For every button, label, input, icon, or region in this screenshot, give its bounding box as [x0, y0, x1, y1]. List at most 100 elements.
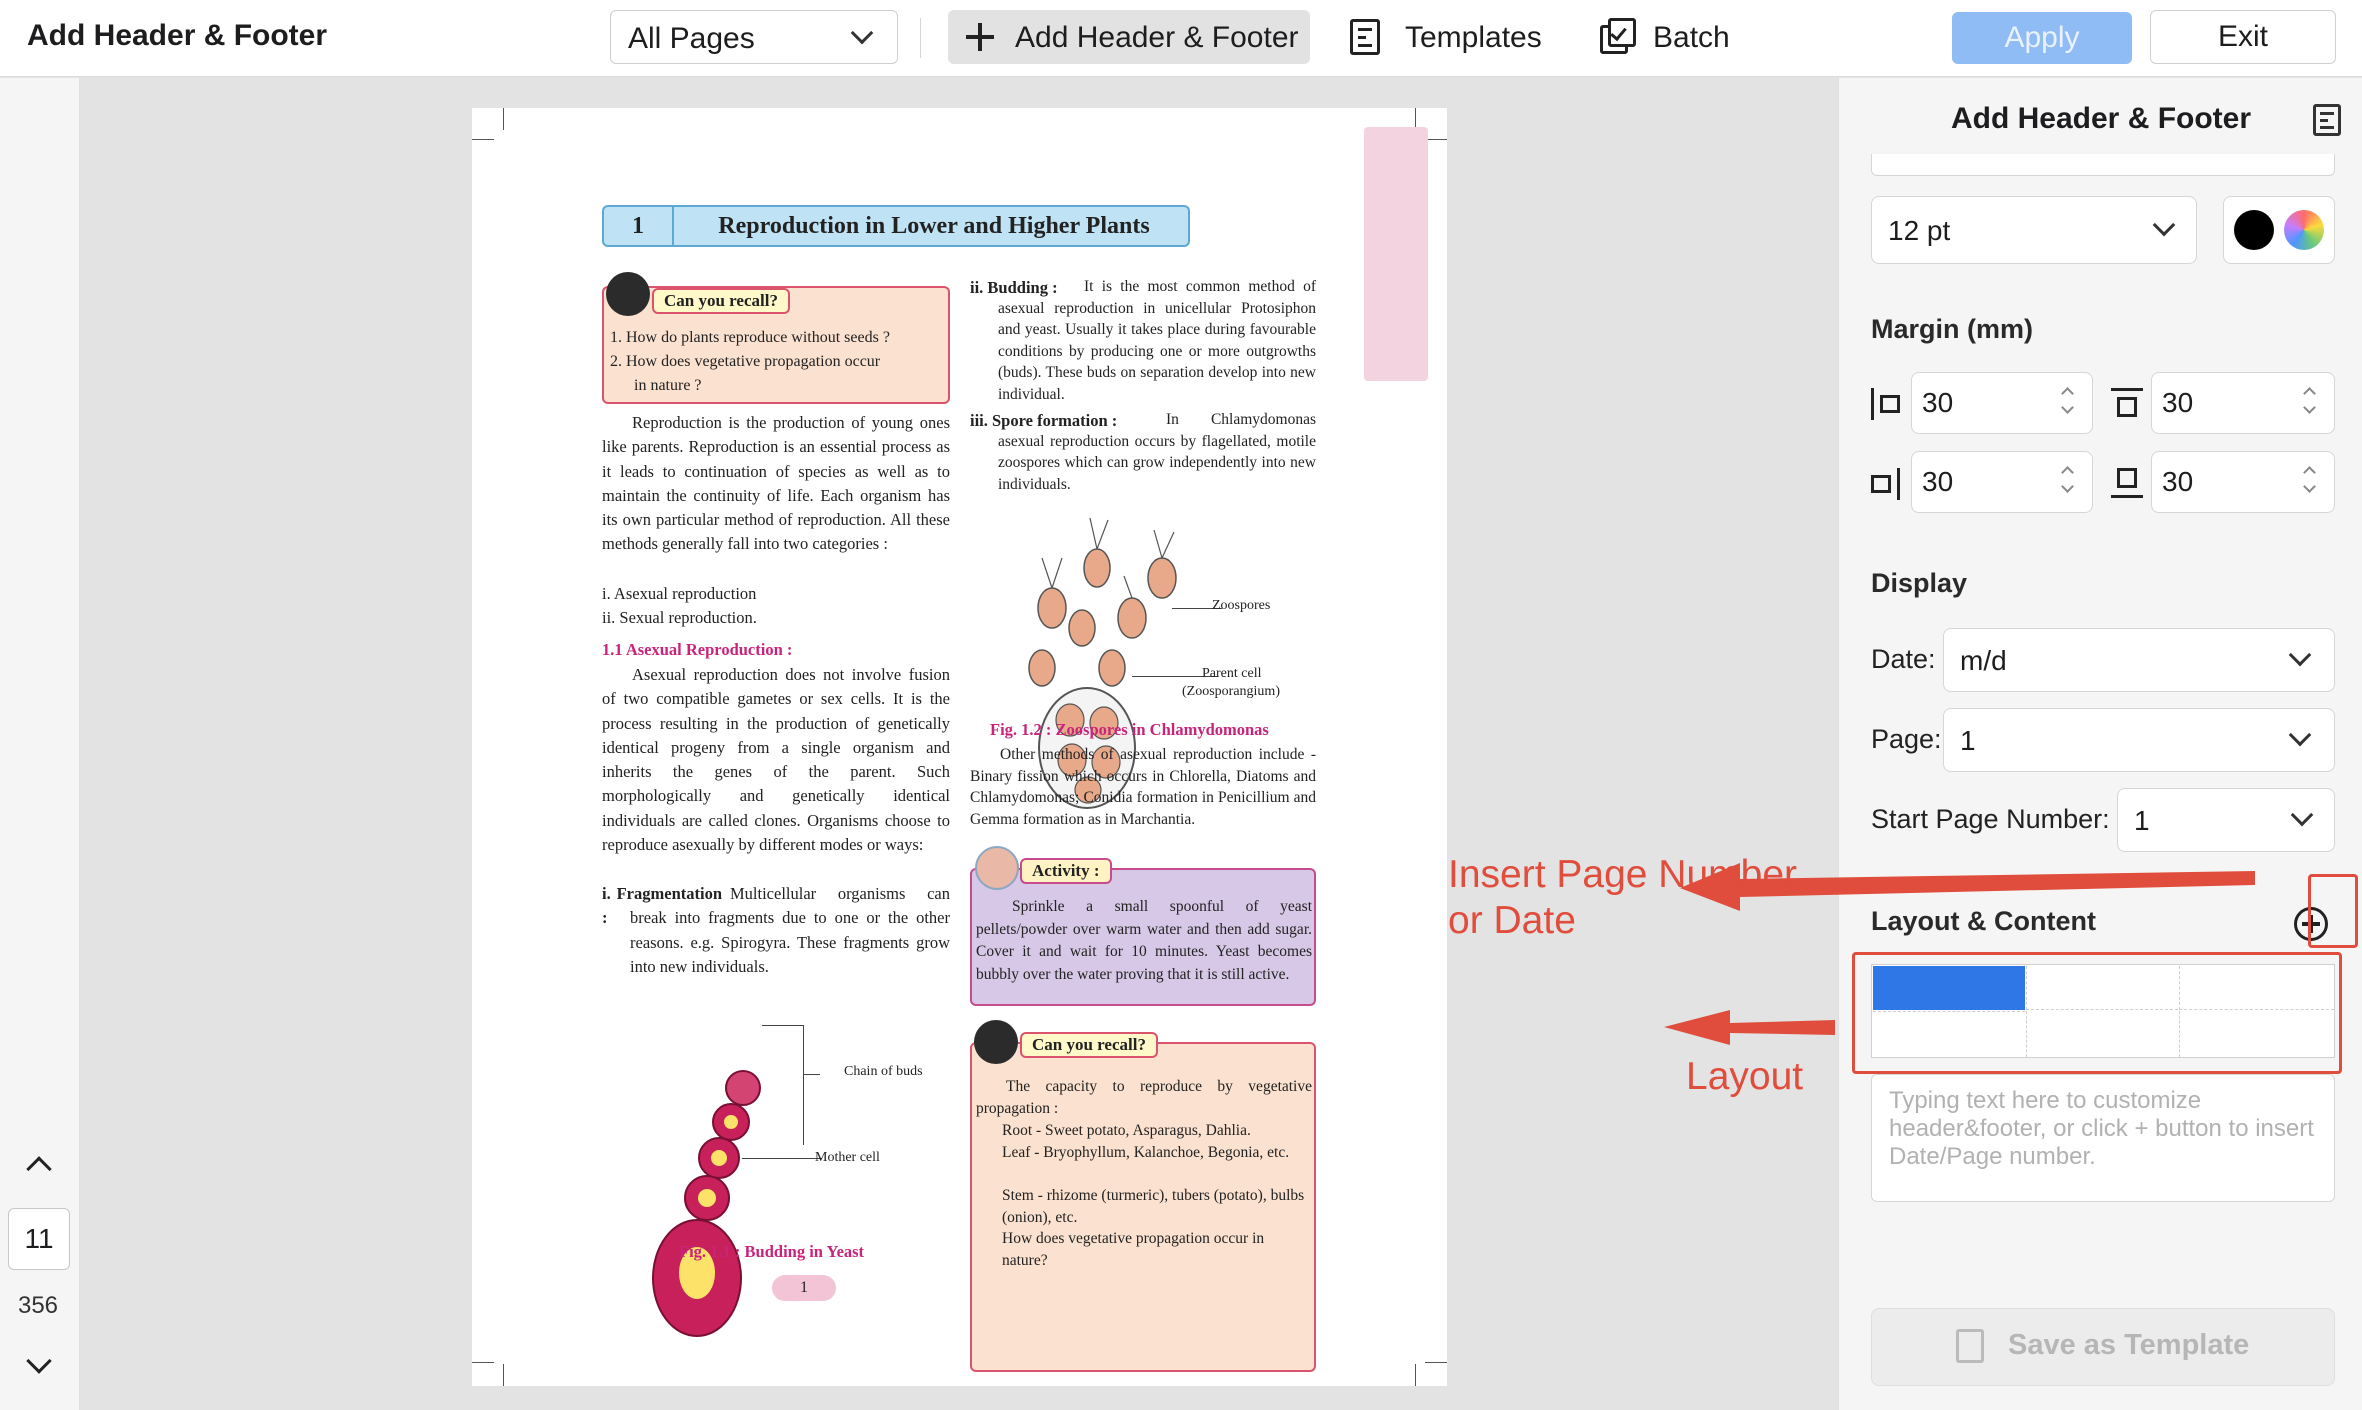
asexual-paragraph: Asexual reproduction does not involve fu… — [602, 665, 950, 855]
chevron-down-icon — [2288, 723, 2312, 747]
page-navigator: 11 356 — [0, 78, 80, 1410]
crop-mark — [1425, 1362, 1447, 1363]
color-picker[interactable] — [2223, 196, 2335, 264]
other-methods-paragraph: Other methods of asexual reproduction in… — [970, 746, 1316, 828]
figure-2-caption: Fig. 1.2 : Zoospores in Chlamydomonas — [990, 720, 1269, 739]
apply-button[interactable]: Apply — [1952, 12, 2132, 64]
crop-mark — [503, 108, 504, 130]
recall-box-2: The capacity to reproduce by vegetative … — [970, 1042, 1316, 1372]
recall-question-2: 2. How does vegetative propagation occur — [610, 353, 881, 370]
panel-document-icon[interactable] — [2313, 104, 2341, 136]
recall2-bullet-2: Leaf - Bryophyllum, Kalanchoe, Begonia, … — [1002, 1144, 1290, 1161]
page-range-value: All Pages — [628, 22, 755, 55]
start-page-label: Start Page Number: — [1871, 804, 2110, 834]
chevron-down-icon — [2288, 643, 2312, 667]
recall-question-1: 1. How do plants reproduce without seeds… — [610, 329, 890, 346]
recall2-intro: The capacity to reproduce by vegetative … — [976, 1078, 1312, 1117]
margin-bottom-input[interactable]: 30 — [2151, 451, 2335, 513]
mother-cell-label: Mother cell — [815, 1150, 880, 1165]
margin-right-input[interactable]: 30 — [1911, 451, 2093, 513]
page-format-value: 1 — [1960, 725, 1976, 756]
annotation-layout: Layout — [1686, 1055, 1804, 1098]
chevron-down-icon — [2152, 213, 2176, 237]
margin-top-value: 30 — [2162, 387, 2194, 418]
crop-mark — [472, 1362, 494, 1363]
color-wheel-icon[interactable] — [2284, 210, 2324, 250]
start-page-select[interactable]: 1 — [2117, 788, 2335, 852]
parent-cell-label: Parent cell — [1202, 666, 1262, 681]
app-title: Add Header & Footer — [27, 19, 328, 52]
date-format-select[interactable]: m/d — [1943, 628, 2335, 692]
page-number-badge: 1 — [772, 1275, 836, 1301]
recall2-bullet-3: Stem - rhizome (turmeric), tubers (potat… — [1002, 1187, 1305, 1226]
zoospores-label: Zoospores — [1212, 598, 1271, 613]
recall2-bullet-4: How does vegetative propagation occur in… — [1002, 1230, 1265, 1269]
panel-title: Add Header & Footer — [1950, 102, 2252, 135]
recall2-bullet-1: Root - Sweet potato, Asparagus, Dahlia. — [1002, 1122, 1251, 1139]
font-family-field[interactable] — [1871, 154, 2335, 176]
yeast-cells — [652, 1070, 761, 1337]
margin-right-icon — [1871, 468, 1903, 500]
activity-box: Sprinkle a small spoonful of yeast pelle… — [970, 868, 1316, 1006]
chevron-up-icon[interactable] — [26, 1156, 52, 1182]
templates-label: Templates — [1405, 21, 1542, 54]
chevron-down-icon[interactable] — [26, 1348, 52, 1374]
recall-tag: Can you recall? — [652, 288, 790, 314]
margin-bottom-icon — [2111, 468, 2143, 500]
stepper-icon[interactable] — [2296, 381, 2324, 423]
chapter-banner: 1 Reproduction in Lower and Higher Plant… — [602, 205, 1190, 247]
margin-label: Margin (mm) — [1871, 314, 2033, 344]
thinking-head-icon — [974, 1020, 1018, 1064]
start-page-value: 1 — [2134, 805, 2150, 836]
content-placeholder: Typing text here to customize header&foo… — [1889, 1087, 2314, 1170]
stepper-icon[interactable] — [2296, 460, 2324, 502]
margin-left-input[interactable]: 30 — [1911, 372, 2093, 434]
activity-icon — [975, 846, 1019, 890]
chapter-title: Reproduction in Lower and Higher Plants — [718, 213, 1150, 239]
font-size-select[interactable]: 12 pt — [1871, 196, 2197, 264]
activity-tag: Activity : — [1020, 858, 1112, 884]
margin-right-value: 30 — [1922, 466, 1954, 497]
templates-button[interactable]: Templates — [1345, 10, 1565, 64]
annotation-insert-line2: or Date — [1448, 899, 1576, 942]
leader-line — [742, 1158, 822, 1159]
current-page-input[interactable]: 11 — [8, 1208, 70, 1270]
leader-line — [804, 1074, 820, 1075]
crop-mark — [503, 1364, 504, 1386]
chevron-down-icon — [2290, 803, 2314, 827]
display-label: Display — [1871, 568, 1968, 598]
exit-button[interactable]: Exit — [2150, 10, 2336, 64]
date-format-value: m/d — [1960, 645, 2007, 676]
stepper-icon[interactable] — [2054, 381, 2082, 423]
activity-text: Sprinkle a small spoonful of yeast pelle… — [976, 898, 1312, 983]
save-as-template-label: Save as Template — [2008, 1329, 2250, 1361]
plus-icon — [964, 21, 996, 53]
chevron-down-icon — [850, 21, 874, 45]
stepper-icon[interactable] — [2054, 460, 2082, 502]
document-page: 1 Reproduction in Lower and Higher Plant… — [472, 108, 1447, 1386]
add-header-footer-button[interactable]: Add Header & Footer — [948, 10, 1310, 64]
category-1: i. Asexual reproduction — [602, 584, 757, 603]
save-as-template-button[interactable]: Save as Template — [1871, 1308, 2335, 1386]
figure-1-caption: Fig. 1.1 : Budding in Yeast — [679, 1242, 865, 1261]
arrow-to-layout — [1664, 1010, 1835, 1045]
text-color-swatch[interactable] — [2234, 210, 2274, 250]
page-format-select[interactable]: 1 — [1943, 708, 2335, 772]
budding-paragraph: It is the most common method of asexual … — [998, 278, 1316, 403]
annotation-insert-line1: Insert Page Number — [1448, 853, 1798, 896]
save-template-icon — [1956, 1329, 1984, 1363]
batch-button[interactable]: Batch — [1595, 10, 1755, 64]
zoosporangium-label: (Zoosporangium) — [1182, 684, 1280, 699]
top-toolbar: Add Header & Footer All Pages Add Header… — [0, 0, 2362, 77]
margin-left-icon — [1871, 388, 1903, 420]
template-icon — [1350, 19, 1380, 55]
page-range-select[interactable]: All Pages — [610, 10, 898, 64]
page-side-tab — [1364, 127, 1428, 381]
recall2-tag: Can you recall? — [1020, 1032, 1158, 1058]
date-label: Date: — [1871, 644, 1936, 674]
margin-top-input[interactable]: 30 — [2151, 372, 2335, 434]
settings-panel: Add Header & Footer 12 pt Margin (mm) 30… — [1838, 78, 2362, 1410]
margin-bottom-value: 30 — [2162, 466, 2194, 497]
total-pages: 356 — [17, 1292, 59, 1319]
recall-question-2b: in nature ? — [634, 377, 702, 394]
